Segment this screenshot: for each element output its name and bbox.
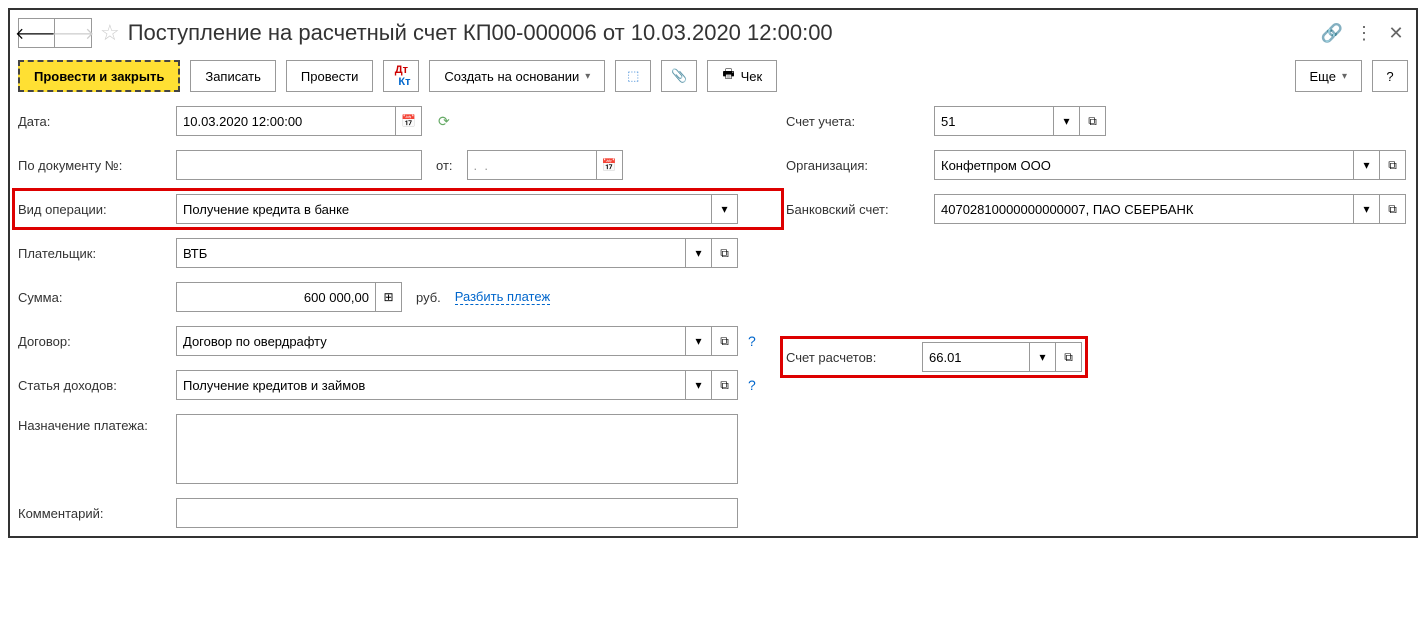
split-payment-link[interactable]: Разбить платеж [455,289,550,305]
settlement-dropdown[interactable]: ▾ [1030,342,1056,372]
purpose-label: Назначение платежа: [18,414,176,433]
doc-number-input[interactable] [176,150,422,180]
account-label: Счет учета: [786,114,934,129]
payer-input[interactable] [176,238,686,268]
doc-number-label: По документу №: [18,158,176,173]
debit-credit-button[interactable]: ДтКт [383,60,419,92]
cheque-label: Чек [741,69,763,84]
amount-label: Сумма: [18,290,176,305]
settlement-account-label: Счет расчетов: [786,350,922,365]
calculator-icon: ⊞ [383,290,393,304]
chevron-down-icon: ▾ [1363,202,1369,216]
save-button[interactable]: Записать [190,60,276,92]
comment-label: Комментарий: [18,506,176,521]
amount-input[interactable] [176,282,376,312]
payer-dropdown[interactable]: ▾ [686,238,712,268]
chevron-down-icon: ▾ [1363,158,1369,172]
income-item-input[interactable] [176,370,686,400]
income-item-label: Статья доходов: [18,378,176,393]
structure-button[interactable]: ⬚ [615,60,651,92]
refresh-icon[interactable]: ⟳ [438,113,450,130]
paperclip-icon: 📎 [671,68,687,84]
chevron-down-icon: ▾ [1342,71,1347,82]
chevron-down-icon: ▾ [695,378,701,392]
create-based-button[interactable]: Создать на основании ▾ [429,60,605,92]
chevron-down-icon: ▾ [721,202,727,216]
open-icon: ⧉ [1388,202,1397,217]
contract-help-icon[interactable]: ? [748,333,756,349]
operation-type-label: Вид операции: [18,202,176,217]
open-icon: ⧉ [720,246,729,261]
calendar-icon: 📅 [602,158,617,172]
from-date-input[interactable] [467,150,597,180]
account-open[interactable]: ⧉ [1080,106,1106,136]
chevron-down-icon: ▾ [1039,350,1045,364]
nav-back-button[interactable]: 🡐 [19,19,55,47]
open-icon: ⧉ [1064,350,1073,365]
post-and-close-button[interactable]: Провести и закрыть [18,60,180,92]
post-button[interactable]: Провести [286,60,374,92]
comment-input[interactable] [176,498,738,528]
settlement-open[interactable]: ⧉ [1056,342,1082,372]
calendar-button[interactable]: 📅 [396,106,422,136]
currency-label: руб. [416,290,441,305]
create-based-label: Создать на основании [444,69,579,84]
from-label: от: [436,158,453,173]
bank-account-dropdown[interactable]: ▾ [1354,194,1380,224]
bank-account-open[interactable]: ⧉ [1380,194,1406,224]
open-icon: ⧉ [720,378,729,393]
favorite-star-icon[interactable]: ☆ [100,20,120,46]
dtk-icon: ДтКт [392,64,410,88]
operation-type-dropdown[interactable]: ▾ [712,194,738,224]
organization-dropdown[interactable]: ▾ [1354,150,1380,180]
chevron-down-icon: ▾ [585,71,590,82]
open-icon: ⧉ [1088,114,1097,129]
income-item-dropdown[interactable]: ▾ [686,370,712,400]
hierarchy-icon: ⬚ [627,68,639,84]
from-calendar-button[interactable]: 📅 [597,150,623,180]
page-title: Поступление на расчетный счет КП00-00000… [128,20,1312,46]
open-icon: ⧉ [1388,158,1397,173]
more-label: Еще [1310,69,1336,84]
attachment-button[interactable]: 📎 [661,60,697,92]
date-input[interactable] [176,106,396,136]
bank-account-input[interactable] [934,194,1354,224]
chevron-down-icon: ▾ [1063,114,1069,128]
income-help-icon[interactable]: ? [748,377,756,393]
printer-icon: 🖶 [722,65,734,87]
settlement-account-input[interactable] [922,342,1030,372]
payer-open[interactable]: ⧉ [712,238,738,268]
bank-account-label: Банковский счет: [786,202,934,217]
cheque-button[interactable]: 🖶 Чек [707,60,777,92]
link-icon[interactable]: 🔗 [1320,21,1344,45]
organization-open[interactable]: ⧉ [1380,150,1406,180]
purpose-textarea[interactable] [176,414,738,484]
help-button[interactable]: ? [1372,60,1408,92]
open-icon: ⧉ [720,334,729,349]
contract-dropdown[interactable]: ▾ [686,326,712,356]
amount-calc[interactable]: ⊞ [376,282,402,312]
more-button[interactable]: Еще ▾ [1295,60,1362,92]
payer-label: Плательщик: [18,246,176,261]
contract-open[interactable]: ⧉ [712,326,738,356]
nav-forward-button[interactable]: 🡒 [55,19,91,47]
account-dropdown[interactable]: ▾ [1054,106,1080,136]
organization-label: Организация: [786,158,934,173]
date-label: Дата: [18,114,176,129]
more-menu-icon[interactable]: ⋮ [1352,21,1376,45]
operation-type-input[interactable] [176,194,712,224]
account-input[interactable] [934,106,1054,136]
organization-input[interactable] [934,150,1354,180]
calendar-icon: 📅 [401,114,416,128]
chevron-down-icon: ▾ [695,246,701,260]
contract-input[interactable] [176,326,686,356]
income-item-open[interactable]: ⧉ [712,370,738,400]
contract-label: Договор: [18,334,176,349]
close-icon[interactable]: ✕ [1384,21,1408,45]
chevron-down-icon: ▾ [695,334,701,348]
